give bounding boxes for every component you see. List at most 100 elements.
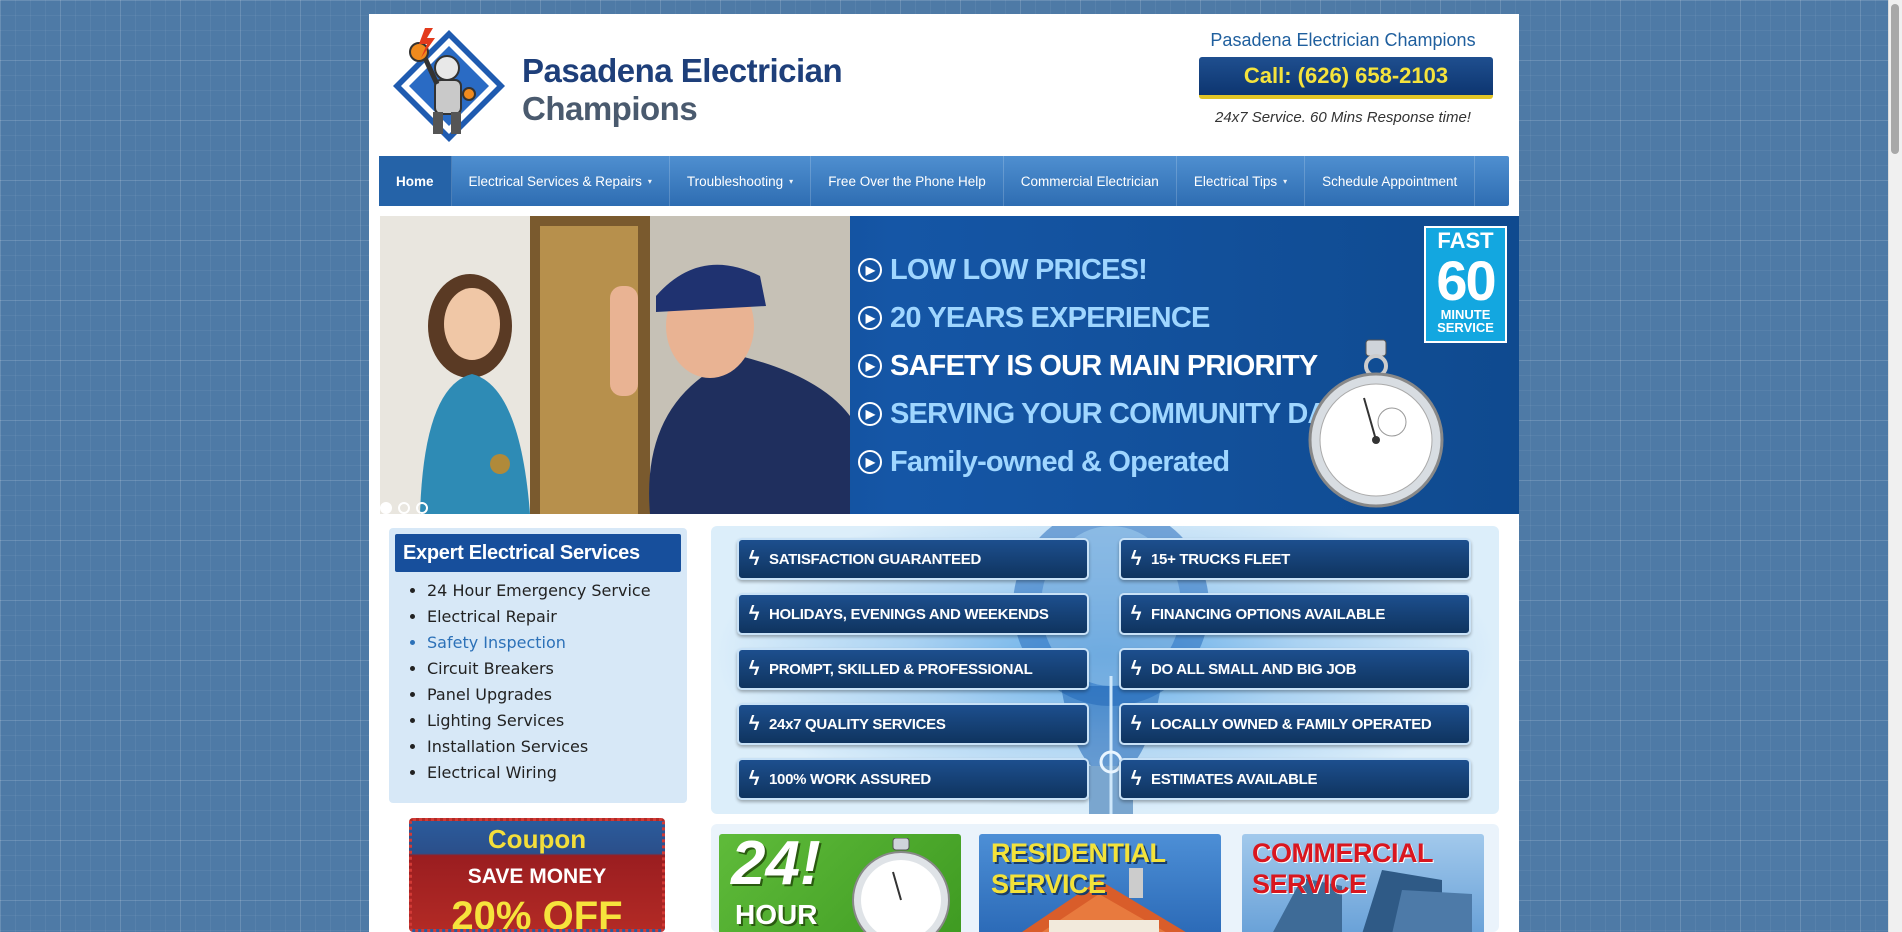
feature-left-3[interactable]: ϟ 24x7 QUALITY SERVICES: [737, 703, 1089, 745]
feature-right-0[interactable]: ϟ 15+ TRUCKS FLEET: [1119, 538, 1471, 580]
tile-commercial[interactable]: COMMERCIAL SERVICE: [1242, 834, 1484, 932]
main-nav: Home Electrical Services & Repairs ▾ Troubl…: [379, 156, 1509, 206]
service-link[interactable]: Circuit Breakers: [427, 656, 681, 682]
feature-label: PROMPT, SKILLED & PROFESSIONAL: [769, 660, 1033, 678]
arrow-circle-icon: ▶: [858, 450, 882, 474]
coupon-title: Coupon: [487, 824, 587, 854]
nav-item-1[interactable]: Electrical Services & Repairs ▾: [452, 156, 670, 206]
banner-bullet: ▶ Family-owned & Operated: [858, 438, 1368, 486]
dropdown-caret-icon: ▾: [647, 176, 652, 186]
banner-bullet: ▶ LOW LOW PRICES!: [858, 246, 1368, 294]
tile-24-hour-label: HOUR: [735, 899, 818, 930]
feature-left-2[interactable]: ϟ PROMPT, SKILLED & PROFESSIONAL: [737, 648, 1089, 690]
feature-left-4[interactable]: ϟ 100% WORK ASSURED: [737, 758, 1089, 800]
tile-residential-text: RESIDENTIAL SERVICE: [991, 838, 1166, 900]
dropdown-caret-icon: ▾: [789, 176, 794, 186]
lightning-bolt-icon: ϟ: [1130, 657, 1142, 680]
feature-left-0[interactable]: ϟ SATISFACTION GUARANTEED: [737, 538, 1089, 580]
service-link[interactable]: Panel Upgrades: [427, 682, 681, 708]
slider-dot[interactable]: [398, 502, 410, 514]
feature-label: LOCALLY OWNED & FAMILY OPERATED: [1151, 715, 1432, 733]
banner-bullet-text: LOW LOW PRICES!: [890, 253, 1148, 286]
fast-60-badge: FAST 60 MINUTE SERVICE: [1424, 226, 1507, 343]
services-title: Expert Electrical Services: [395, 534, 681, 572]
nav-item-label: Electrical Tips: [1193, 173, 1278, 189]
nav-item-6[interactable]: Schedule Appointment: [1305, 156, 1476, 206]
banner-bullet: ▶ SERVING YOUR COMMUNITY DAILY: [858, 390, 1368, 438]
coupon-percent: 20% OFF: [451, 894, 623, 932]
tile-24-number: 24!: [731, 834, 821, 898]
feature-right-3[interactable]: ϟ LOCALLY OWNED & FAMILY OPERATED: [1119, 703, 1471, 745]
slider-dots: [380, 502, 428, 514]
tile-residential-line-1: RESIDENTIAL: [991, 838, 1166, 868]
lightning-bolt-icon: ϟ: [748, 547, 760, 570]
feature-label: 15+ TRUCKS FLEET: [1151, 550, 1290, 568]
feature-label: 24x7 QUALITY SERVICES: [769, 715, 946, 733]
arrow-circle-icon: ▶: [858, 306, 882, 330]
service-link[interactable]: Electrical Wiring: [427, 760, 681, 786]
service-tiles: 24! HOUR RESIDENTIAL SERVICE COMMERCIAL …: [711, 824, 1499, 932]
lightning-bolt-icon: ϟ: [1130, 547, 1142, 570]
nav-item-3[interactable]: Free Over the Phone Help: [811, 156, 1004, 206]
tile-commercial-line-2: SERVICE: [1252, 869, 1367, 899]
lightning-bolt-icon: ϟ: [1130, 712, 1142, 735]
page-scrollbar[interactable]: [1888, 0, 1902, 932]
tile-commercial-text: COMMERCIAL SERVICE: [1252, 838, 1433, 900]
features-panel: ϟ SATISFACTION GUARANTEED ϟ HOLIDAYS, EVENI…: [711, 526, 1499, 814]
nav-item-label: Troubleshooting: [686, 173, 784, 189]
tile-residential[interactable]: RESIDENTIAL SERVICE: [979, 834, 1221, 932]
services-list: 24 Hour Emergency ServiceElectrical Repa…: [395, 578, 681, 786]
badge-sub-2: SERVICE: [1437, 320, 1494, 335]
service-link[interactable]: Lighting Services: [427, 708, 681, 734]
feature-label: ESTIMATES AVAILABLE: [1151, 770, 1318, 788]
banner-bullet: ▶ 20 YEARS EXPERIENCE: [858, 294, 1368, 342]
lightning-bolt-icon: ϟ: [748, 767, 760, 790]
nav-item-label: Free Over the Phone Help: [828, 173, 986, 189]
banner-bullet-text: Family-owned & Operated: [890, 445, 1230, 478]
tile-commercial-line-1: COMMERCIAL: [1252, 838, 1433, 868]
coupon-banner[interactable]: Coupon SAVE MONEY 20% OFF: [409, 818, 665, 932]
header-tagline: 24x7 Service. 60 Mins Response time!: [1215, 109, 1471, 126]
scrollbar-thumb[interactable]: [1891, 4, 1899, 154]
slider-dot[interactable]: [416, 502, 428, 514]
call-button[interactable]: Call: (626) 658-2103: [1199, 57, 1493, 99]
logo-text[interactable]: Pasadena Electrician Champions: [522, 52, 843, 128]
hero-banner: ▶ LOW LOW PRICES! ▶ 20 YEARS EXPERIENCE ▶ SAF…: [380, 216, 1519, 514]
feature-right-1[interactable]: ϟ FINANCING OPTIONS AVAILABLE: [1119, 593, 1471, 635]
feature-right-4[interactable]: ϟ ESTIMATES AVAILABLE: [1119, 758, 1471, 800]
feature-label: 100% WORK ASSURED: [769, 770, 931, 788]
slider-dot[interactable]: [380, 502, 392, 514]
lightning-bolt-icon: ϟ: [748, 712, 760, 735]
nav-item-label: Electrical Services & Repairs: [468, 173, 642, 189]
hero-photo: [380, 216, 850, 514]
nav-item-0[interactable]: Home: [379, 156, 452, 206]
nav-item-2[interactable]: Troubleshooting ▾: [670, 156, 812, 206]
nav-item-5[interactable]: Electrical Tips ▾: [1177, 156, 1306, 206]
lightning-bolt-icon: ϟ: [1130, 767, 1142, 790]
tile-24-hour[interactable]: 24! HOUR: [719, 834, 961, 932]
company-name: Pasadena Electrician Champions: [1210, 30, 1476, 50]
feature-right-2[interactable]: ϟ DO ALL SMALL AND BIG JOB: [1119, 648, 1471, 690]
service-link[interactable]: Safety Inspection: [427, 630, 681, 656]
feature-left-1[interactable]: ϟ HOLIDAYS, EVENINGS AND WEEKENDS: [737, 593, 1089, 635]
logo-mascot-icon[interactable]: [389, 24, 509, 148]
banner-bullet: ▶ SAFETY IS OUR MAIN PRIORITY: [858, 342, 1368, 390]
nav-item-label: Commercial Electrician: [1020, 173, 1159, 189]
arrow-circle-icon: ▶: [858, 258, 882, 282]
lightning-bolt-icon: ϟ: [748, 602, 760, 625]
arrow-circle-icon: ▶: [858, 354, 882, 378]
banner-bullet-text: 20 YEARS EXPERIENCE: [890, 301, 1210, 334]
arrow-circle-icon: ▶: [858, 402, 882, 426]
page-container: Pasadena Electrician Champions Pasadena …: [369, 14, 1519, 932]
service-link[interactable]: Electrical Repair: [427, 604, 681, 630]
logo-line-1: Pasadena Electrician: [522, 52, 843, 89]
logo-line-2: Champions: [522, 90, 698, 127]
badge-number: 60: [1436, 249, 1496, 312]
nav-item-4[interactable]: Commercial Electrician: [1004, 156, 1177, 206]
header-contact: Pasadena Electrician Champions Call: (62…: [1193, 30, 1493, 126]
banner-bullet-text: SAFETY IS OUR MAIN PRIORITY: [890, 349, 1318, 382]
services-box: Expert Electrical Services 24 Hour Emerg…: [389, 528, 687, 803]
feature-label: HOLIDAYS, EVENINGS AND WEEKENDS: [769, 605, 1049, 623]
service-link[interactable]: Installation Services: [427, 734, 681, 760]
service-link[interactable]: 24 Hour Emergency Service: [427, 578, 681, 604]
